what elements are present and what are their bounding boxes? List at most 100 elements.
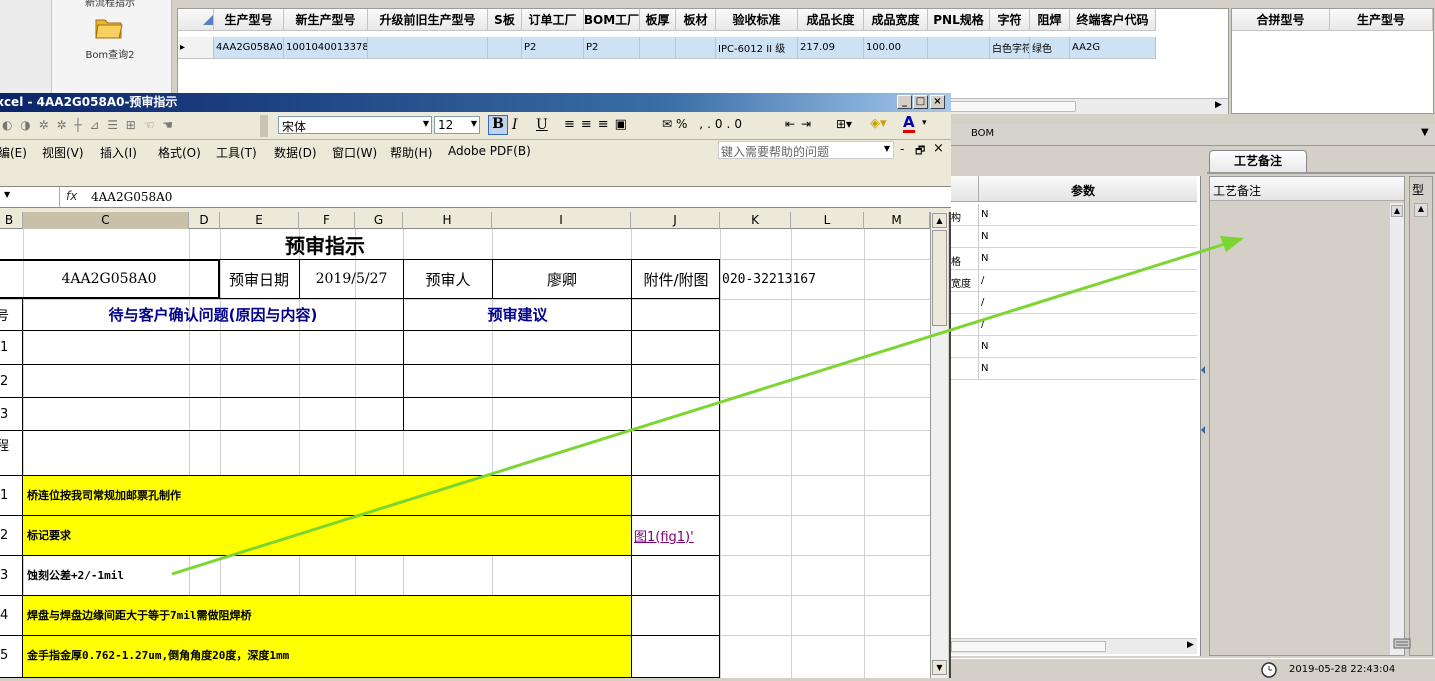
param-row[interactable]: / (951, 292, 1197, 314)
menu-insert[interactable]: 插入(I) (100, 144, 137, 161)
keyboard-icon[interactable] (1393, 636, 1413, 654)
help-search-input[interactable]: 键入需要帮助的问题 ▼ (718, 141, 894, 159)
italic-button[interactable]: I (512, 117, 518, 133)
col-header[interactable]: 板厚 (640, 9, 676, 31)
extra-header[interactable]: 型 (1412, 181, 1424, 198)
tab-process-notes[interactable]: 工艺备注 (1209, 150, 1307, 172)
font-color-icon[interactable]: A (903, 114, 915, 133)
vertical-scrollbar[interactable]: ▲ ▼ (930, 212, 948, 678)
column-header[interactable]: L (791, 212, 864, 229)
table-cell[interactable] (488, 37, 522, 59)
draw-tools-icon[interactable]: ◐ ◑ ✲ ✲ ┼ ⊿ ☰ ⊞ ☜ ☚ (2, 118, 252, 134)
col-header[interactable]: 订单工厂 (522, 9, 584, 31)
col-header[interactable]: 终端客户代码 (1070, 9, 1156, 31)
number-format-buttons[interactable]: ✉% ,.0.0 (662, 117, 746, 131)
col-header[interactable]: 升级前旧生产型号 (368, 9, 488, 31)
table-row[interactable]: ▸ 4AA2G058A0 10010400133785 P2 P2 IPC-6012 II… (178, 37, 1156, 59)
font-color-dropdown[interactable]: ▾ (922, 118, 927, 128)
column-header[interactable]: F (299, 212, 355, 229)
close-button[interactable]: × (930, 95, 945, 109)
param-row[interactable]: 格N (951, 248, 1197, 270)
chevron-down-icon[interactable]: ▼ (1421, 127, 1429, 138)
table-cell[interactable] (928, 37, 990, 59)
column-header[interactable]: B (0, 212, 23, 229)
table-cell[interactable] (368, 37, 488, 59)
table-cell[interactable]: 100.00 (864, 37, 928, 59)
menu-edit[interactable]: 编(E) (0, 144, 27, 161)
param-row[interactable]: 构N (951, 204, 1197, 226)
notes-scrollbar[interactable]: ▲ (1390, 203, 1404, 655)
indent-buttons[interactable]: ⇤⇥ (785, 117, 817, 131)
merge-col-header[interactable]: 合拼型号 (1232, 9, 1330, 31)
col-header[interactable]: 生产型号 (214, 9, 284, 31)
scroll-up-icon[interactable]: ▲ (1414, 203, 1428, 217)
bom-tab-label[interactable]: BOM (971, 128, 994, 139)
notes-header[interactable]: 工艺备注 (1213, 182, 1261, 199)
scroll-up-icon[interactable]: ▲ (932, 213, 947, 228)
column-header[interactable]: K (720, 212, 791, 229)
maximize-button[interactable]: □ (913, 95, 928, 109)
menu-help[interactable]: 帮助(H) (390, 144, 432, 161)
param-row[interactable]: N (951, 336, 1197, 358)
table-cell[interactable] (676, 37, 716, 59)
col-header[interactable]: 阻焊 (1030, 9, 1070, 31)
name-box-dropdown[interactable]: ▼ (4, 190, 10, 199)
doc-close-button[interactable]: × (933, 141, 944, 156)
menu-tools[interactable]: 工具(T) (216, 144, 257, 161)
formula-input[interactable]: 4AA2G058A0 (91, 190, 172, 204)
col-header[interactable]: 字符 (990, 9, 1030, 31)
col-header[interactable]: 成品宽度 (864, 9, 928, 31)
menu-format[interactable]: 格式(O) (158, 144, 201, 161)
col-header[interactable]: BOM工厂 (584, 9, 640, 31)
splitter-handle[interactable] (1200, 360, 1206, 450)
name-box[interactable]: ▼ (0, 187, 60, 207)
column-header[interactable]: G (355, 212, 403, 229)
underline-button[interactable]: U (536, 117, 548, 133)
model-col-header[interactable]: 生产型号 (1330, 9, 1433, 31)
fill-color-icon[interactable]: ◈▾ (870, 116, 887, 131)
row-pointer-icon[interactable]: ▸ (178, 37, 214, 59)
column-header[interactable]: E (220, 212, 299, 229)
table-cell[interactable]: 217.09 (798, 37, 864, 59)
table-cell[interactable]: P2 (522, 37, 584, 59)
table-cell[interactable]: 10010400133785 (284, 37, 368, 59)
param-row[interactable]: / (951, 314, 1197, 336)
scroll-down-icon[interactable]: ▼ (932, 660, 947, 675)
scroll-right-icon[interactable]: ▶ (1215, 100, 1222, 110)
column-header[interactable]: D (189, 212, 220, 229)
table-cell[interactable] (640, 37, 676, 59)
menu-window[interactable]: 窗口(W) (332, 144, 377, 161)
minimize-button[interactable]: _ (897, 95, 912, 109)
scroll-thumb[interactable] (932, 230, 947, 326)
table-cell[interactable]: AA2G (1070, 37, 1156, 59)
col-header[interactable]: 验收标准 (716, 9, 798, 31)
table-cell[interactable]: 4AA2G058A0 (214, 37, 284, 59)
param-header[interactable]: 参数 (1071, 182, 1095, 199)
align-buttons[interactable]: ≡≡≡▣ (564, 117, 633, 132)
col-header[interactable]: 板材 (676, 9, 716, 31)
bom-tab-bar[interactable]: BOM ▼ (951, 124, 1435, 146)
excel-titlebar[interactable]: Excel - 4AA2G058A0-预审指示 _ □ × (0, 93, 951, 112)
bom-query-item[interactable]: Bom查询2 (60, 46, 160, 61)
menu-data[interactable]: 数据(D) (274, 144, 317, 161)
column-header[interactable]: I (492, 212, 631, 229)
font-name-select[interactable]: 宋体 ▼ (278, 116, 432, 134)
column-header[interactable]: J (631, 212, 720, 229)
spreadsheet[interactable]: 预审指示 4AA2G058A0 预审日期 2019/5/27 预审人 廖卿 附件… (0, 229, 930, 678)
col-header[interactable]: PNL规格 (928, 9, 990, 31)
table-cell[interactable]: P2 (584, 37, 640, 59)
col-header[interactable]: 新生产型号 (284, 9, 368, 31)
row-selector-header[interactable] (178, 9, 214, 31)
column-header[interactable]: M (864, 212, 930, 229)
toolbar-grip[interactable] (260, 115, 268, 137)
table-cell[interactable]: 白色字符 (990, 37, 1030, 59)
table-cell[interactable]: IPC-6012 II 级 (716, 37, 798, 59)
param-hscroll[interactable]: ▶ (951, 638, 1197, 654)
param-row[interactable]: N (951, 358, 1197, 380)
col-header[interactable]: S板 (488, 9, 522, 31)
param-row[interactable]: 宽度 / (951, 270, 1197, 292)
col-header[interactable]: 成品长度 (798, 9, 864, 31)
column-header[interactable]: H (403, 212, 492, 229)
folder-icon[interactable] (94, 14, 124, 40)
doc-restore-button[interactable]: 🗗 (915, 142, 925, 161)
